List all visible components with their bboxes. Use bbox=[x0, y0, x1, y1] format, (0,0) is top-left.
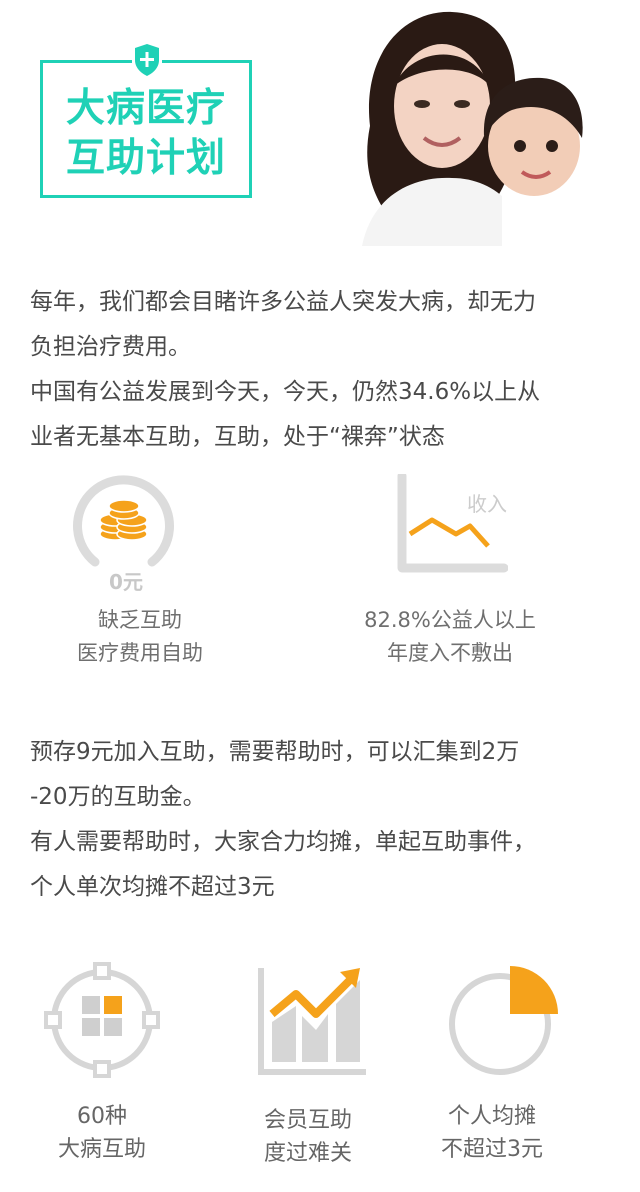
logo-title-line1: 大病医疗 bbox=[65, 86, 226, 131]
shield-plus-icon bbox=[132, 42, 162, 78]
feature-2-caption: 会员互助 度过难关 bbox=[228, 1104, 388, 1170]
feature-2-line2: 度过难关 bbox=[263, 1141, 352, 1166]
intro-line: 每年，我们都会目睹许多公益人突发大病，却无力 bbox=[30, 289, 536, 315]
plan-line: 有人需要帮助时，大家合力均摊，单起互助事件， bbox=[30, 829, 536, 855]
plan-line: -20万的互助金。 bbox=[30, 784, 206, 810]
intro-line: 负担治疗费用。 bbox=[30, 334, 191, 360]
intro-line: 业者无基本互助，互助，处于“裸奔”状态 bbox=[30, 424, 445, 450]
income-badge: 收入 bbox=[467, 492, 507, 516]
target-grid-icon bbox=[44, 962, 160, 1078]
intro-line: 中国有公益发展到今天，今天，仍然34.6%以上从 bbox=[30, 379, 541, 405]
logo-title-line2: 互助计划 bbox=[65, 136, 226, 181]
feature-1-line1: 60种 bbox=[77, 1104, 127, 1129]
zero-yuan-badge: 0元 bbox=[109, 570, 143, 594]
intro-paragraph: 每年，我们都会目睹许多公益人突发大病，却无力 负担治疗费用。 中国有公益发展到今… bbox=[30, 280, 620, 460]
rising-bar-chart-icon bbox=[256, 964, 370, 1078]
stat-2-line2: 年度入不敷出 bbox=[387, 641, 513, 665]
plan-line: 预存9元加入互助，需要帮助时，可以汇集到2万 bbox=[30, 739, 520, 765]
stat-2-label: 82.8%公益人以上 年度入不敷出 bbox=[330, 604, 570, 670]
stat-1-line2: 医疗费用自助 bbox=[77, 641, 203, 665]
stat-1-line1: 缺乏互助 bbox=[98, 608, 182, 632]
feature-1-caption: 60种 大病互助 bbox=[22, 1100, 182, 1166]
feature-2-line1: 会员互助 bbox=[263, 1108, 352, 1133]
feature-3-line2: 不超过3元 bbox=[441, 1137, 543, 1162]
stat-1-label: 缺乏互助 医疗费用自助 bbox=[30, 604, 250, 670]
plan-paragraph: 预存9元加入互助，需要帮助时，可以汇集到2万 -20万的互助金。 有人需要帮助时… bbox=[30, 730, 620, 910]
stat-2-line1: 82.8%公益人以上 bbox=[364, 608, 536, 632]
pie-slice-icon bbox=[446, 962, 562, 1078]
mother-and-child-photo bbox=[352, 6, 588, 246]
feature-1-line2: 大病互助 bbox=[57, 1137, 146, 1162]
plan-line: 个人单次均摊不超过3元 bbox=[30, 874, 275, 900]
feature-3-caption: 个人均摊 不超过3元 bbox=[412, 1100, 572, 1166]
feature-3-line1: 个人均摊 bbox=[447, 1104, 536, 1129]
